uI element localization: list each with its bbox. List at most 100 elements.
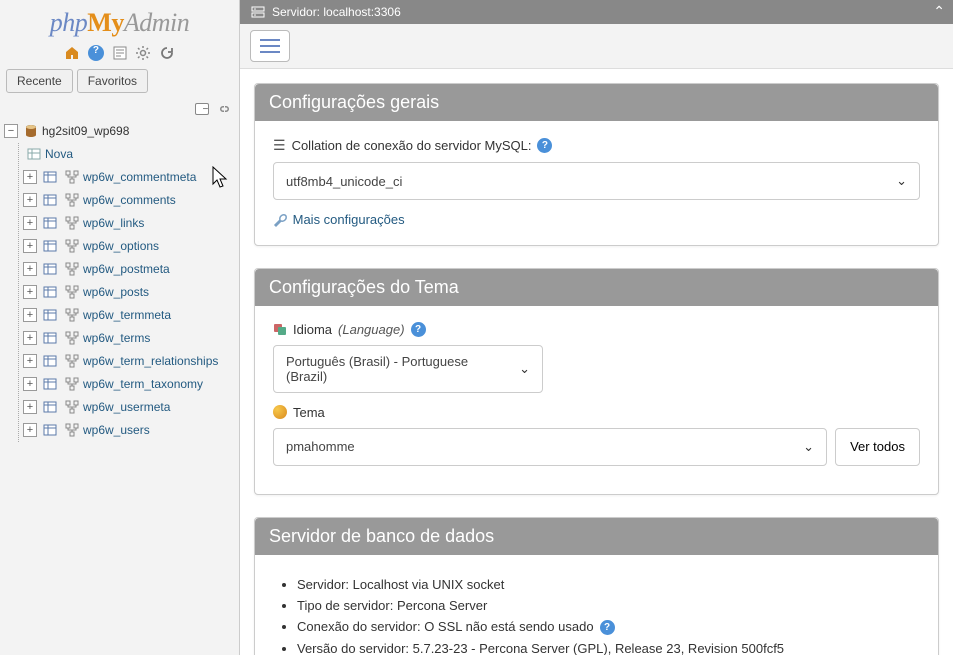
- expander-icon[interactable]: +: [23, 308, 37, 322]
- browse-icon[interactable]: [42, 261, 58, 277]
- browse-icon[interactable]: [42, 422, 58, 438]
- logo-php: php: [50, 8, 88, 37]
- help-icon[interactable]: ?: [88, 45, 104, 61]
- table-name-label: wp6w_postmeta: [83, 262, 170, 276]
- browse-icon[interactable]: [42, 284, 58, 300]
- expander-icon[interactable]: +: [23, 285, 37, 299]
- structure-icon[interactable]: [64, 330, 80, 346]
- expander-icon[interactable]: +: [23, 239, 37, 253]
- dbserver-info-item: Tipo de servidor: Percona Server: [297, 598, 920, 613]
- browse-icon[interactable]: [42, 192, 58, 208]
- panel-general-settings: Configurações gerais ☰ Collation de cone…: [254, 83, 939, 246]
- structure-icon[interactable]: [64, 307, 80, 323]
- tree-table-item[interactable]: +wp6w_termmeta: [23, 304, 235, 327]
- expander-icon[interactable]: +: [23, 331, 37, 345]
- main-area: Servidor: localhost:3306 ⌃ Configurações…: [240, 0, 953, 655]
- structure-icon[interactable]: [64, 238, 80, 254]
- collation-select[interactable]: utf8mb4_unicode_ci ⌄: [273, 162, 920, 200]
- tree-table-item[interactable]: + wp6w_terms: [23, 327, 235, 350]
- tree-table-item[interactable]: +wp6w_users: [23, 419, 235, 442]
- browse-icon[interactable]: [42, 353, 58, 369]
- theme-select[interactable]: pmahomme ⌄: [273, 428, 827, 466]
- info-label: Servidor:: [297, 577, 353, 592]
- browse-icon[interactable]: [42, 399, 58, 415]
- expander-icon[interactable]: +: [23, 216, 37, 230]
- language-select[interactable]: Português (Brasil) - Portuguese (Brazil)…: [273, 345, 543, 393]
- tab-recent[interactable]: Recente: [6, 69, 73, 93]
- browse-icon[interactable]: [42, 307, 58, 323]
- expander-icon[interactable]: +: [23, 170, 37, 184]
- panel-title-general: Configurações gerais: [255, 84, 938, 121]
- tree-table-item[interactable]: + wp6w_links: [23, 212, 235, 235]
- browse-icon[interactable]: [42, 330, 58, 346]
- wrench-icon: [273, 213, 289, 229]
- menu-toggle-button[interactable]: [250, 30, 290, 62]
- expander-icon[interactable]: +: [23, 400, 37, 414]
- tab-favorites[interactable]: Favoritos: [77, 69, 148, 93]
- dbserver-info-item: Versão do servidor: 5.7.23-23 - Percona …: [297, 641, 920, 655]
- home-icon[interactable]: [64, 45, 80, 61]
- gear-icon[interactable]: [135, 45, 151, 61]
- expander-icon[interactable]: +: [23, 193, 37, 207]
- collation-label: Collation de conexão do servidor MySQL:: [292, 138, 532, 153]
- structure-icon[interactable]: [64, 284, 80, 300]
- structure-icon[interactable]: [64, 353, 80, 369]
- table-name-label: wp6w_usermeta: [83, 400, 170, 414]
- tree-table-item[interactable]: +wp6w_options: [23, 235, 235, 258]
- tree-table-item[interactable]: +wp6w_posts: [23, 281, 235, 304]
- reload-icon[interactable]: [159, 45, 175, 61]
- tree-db-root[interactable]: − hg2sit09_wp698: [4, 120, 235, 143]
- tree-table-item[interactable]: +wp6w_commentmeta: [23, 166, 235, 189]
- tree-table-item[interactable]: +wp6w_comments: [23, 189, 235, 212]
- language-paren: (Language): [338, 322, 405, 337]
- info-label: Versão do servidor:: [297, 641, 413, 655]
- logo[interactable]: phpMyAdmin: [0, 0, 239, 42]
- browse-icon[interactable]: [42, 169, 58, 185]
- dbserver-info-list: Servidor: Localhost via UNIX socketTipo …: [273, 577, 920, 655]
- structure-icon[interactable]: [64, 261, 80, 277]
- structure-icon[interactable]: [64, 215, 80, 231]
- theme-label: Tema: [293, 405, 325, 420]
- help-icon[interactable]: ?: [537, 138, 552, 153]
- structure-icon[interactable]: [64, 422, 80, 438]
- expander-icon[interactable]: −: [4, 124, 18, 138]
- breadcrumb-server[interactable]: Servidor: localhost:3306: [272, 5, 401, 19]
- expander-icon[interactable]: +: [23, 354, 37, 368]
- structure-icon[interactable]: [64, 376, 80, 392]
- expander-icon[interactable]: +: [23, 262, 37, 276]
- help-icon[interactable]: ?: [600, 620, 615, 635]
- tree-table-item[interactable]: +wp6w_term_relationships: [23, 350, 235, 373]
- table-name-label: wp6w_links: [83, 216, 144, 230]
- browse-icon[interactable]: [42, 376, 58, 392]
- dbserver-info-item: Conexão do servidor: O SSL não está send…: [297, 619, 920, 635]
- tree-table-item[interactable]: +wp6w_term_taxonomy: [23, 373, 235, 396]
- help-icon[interactable]: ?: [411, 322, 426, 337]
- sql-icon[interactable]: [112, 45, 128, 61]
- browse-icon[interactable]: [42, 238, 58, 254]
- chevron-down-icon: ⌄: [803, 439, 814, 455]
- collation-icon: ☰: [273, 137, 286, 154]
- tree-new-table[interactable]: Nova: [23, 143, 235, 166]
- info-label: Tipo de servidor:: [297, 598, 397, 613]
- panel-title-theme: Configurações do Tema: [255, 269, 938, 306]
- expander-icon[interactable]: +: [23, 423, 37, 437]
- structure-icon[interactable]: [64, 399, 80, 415]
- collapse-top-icon[interactable]: ⌃: [933, 3, 945, 20]
- tree-table-item[interactable]: + wp6w_usermeta: [23, 396, 235, 419]
- more-settings-link[interactable]: Mais configurações: [293, 212, 405, 227]
- breadcrumb-bar: Servidor: localhost:3306 ⌃: [240, 0, 953, 24]
- info-value: Percona Server: [397, 598, 487, 613]
- table-name-label: wp6w_terms: [83, 331, 150, 345]
- structure-icon[interactable]: [64, 169, 80, 185]
- collapse-all-icon[interactable]: −: [195, 103, 209, 115]
- view-all-themes-button[interactable]: Ver todos: [835, 428, 920, 466]
- expander-icon[interactable]: +: [23, 377, 37, 391]
- nav-link-icon[interactable]: [217, 103, 231, 115]
- db-name-label: hg2sit09_wp698: [42, 124, 129, 138]
- browse-icon[interactable]: [42, 215, 58, 231]
- tree-table-item[interactable]: + wp6w_postmeta: [23, 258, 235, 281]
- panel-theme-settings: Configurações do Tema Idioma (Language) …: [254, 268, 939, 495]
- structure-icon[interactable]: [64, 192, 80, 208]
- database-icon: [23, 123, 39, 139]
- info-label: Conexão do servidor:: [297, 619, 424, 634]
